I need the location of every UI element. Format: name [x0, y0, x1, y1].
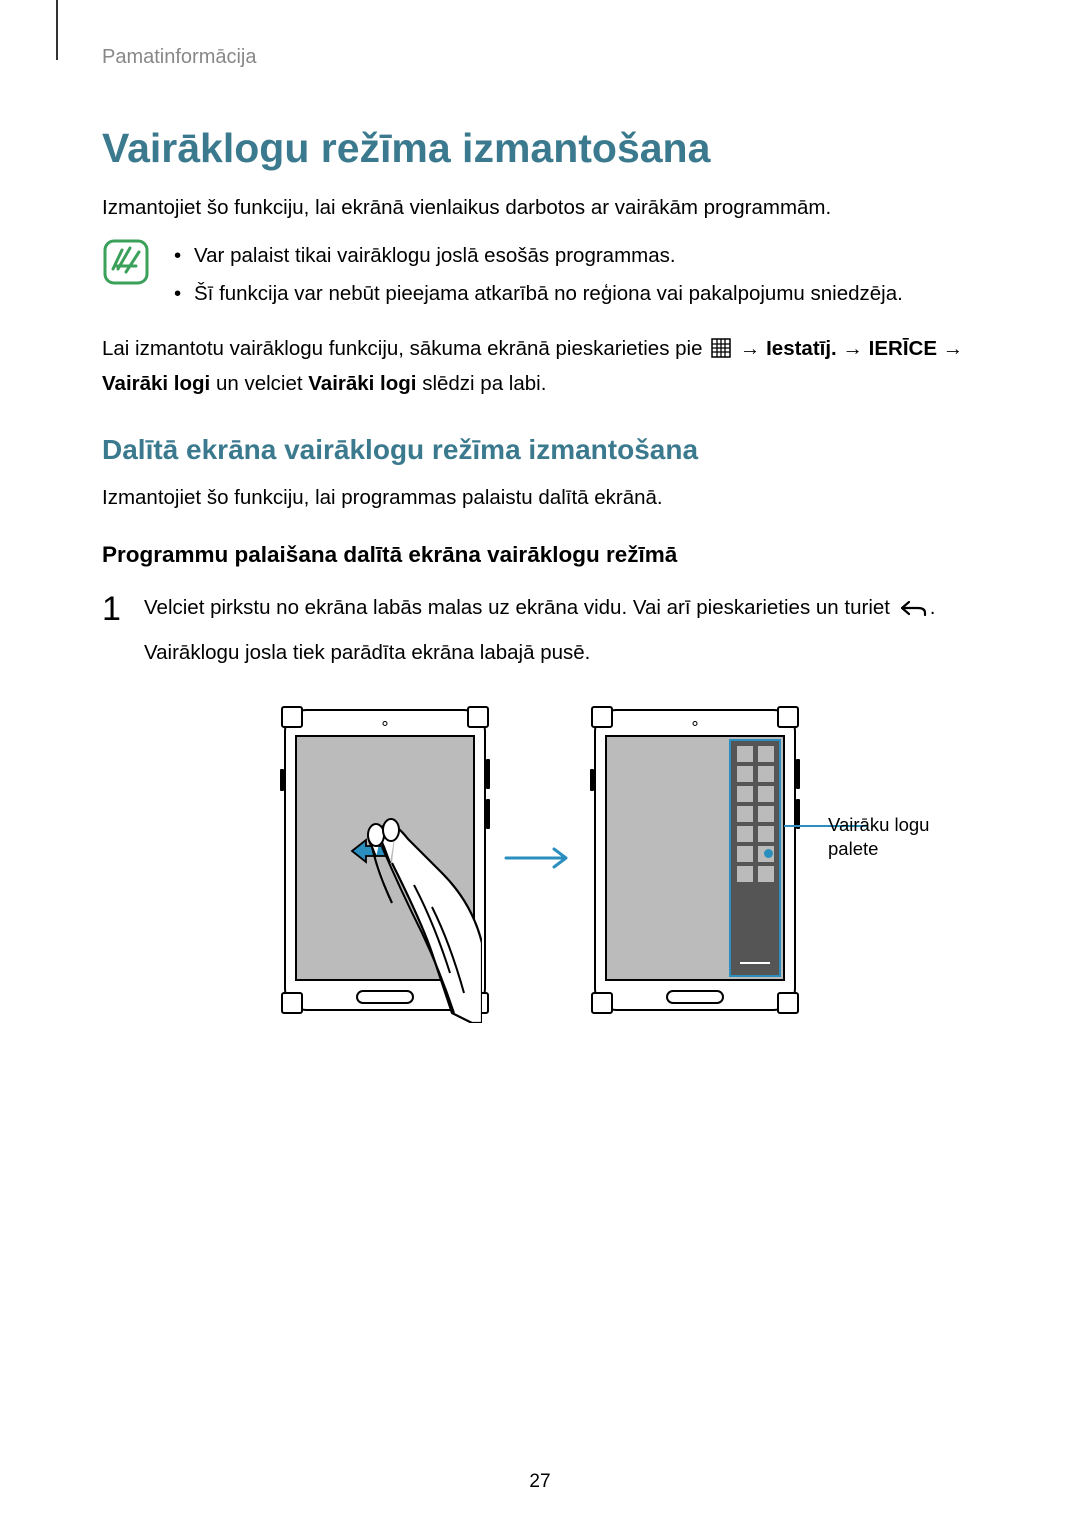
step-text-a: Velciet pirkstu no ekrāna labās malas uz… [144, 596, 896, 619]
path-arrow: → [937, 337, 963, 360]
path-prefix: Lai izmantotu vairāklogu funkciju, sākum… [102, 337, 708, 360]
note-item: Var palaist tikai vairāklogu joslā esošā… [168, 240, 903, 272]
callout-line1: Vairāku logu [828, 814, 929, 835]
callout-line2: palete [828, 838, 878, 859]
path-step-device: IERĪCE [869, 337, 937, 360]
document-side-marker [56, 0, 58, 60]
intro-paragraph: Izmantojiet šo funkciju, lai ekrānā vien… [102, 192, 978, 224]
back-key-icon [898, 596, 928, 628]
page-content: Pamatinformācija Vairāklogu režīma izman… [0, 0, 1080, 1011]
callout-label: Vairāku logu palete [828, 813, 929, 861]
step-text-b: . [930, 596, 936, 619]
note-icon [102, 238, 150, 291]
path-multiwindow-c: Vairāki logi [308, 372, 416, 395]
step-line-1: Velciet pirkstu no ekrāna labās malas uz… [144, 592, 935, 628]
path-text-d: slēdzi pa labi. [417, 372, 547, 395]
note-item: Šī funkcija var nebūt pieejama atkarībā … [168, 278, 903, 310]
path-multiwindow-a: Vairāki logi [102, 372, 210, 395]
path-step-settings: Iestatīj. [766, 337, 837, 360]
step-line-2: Vairāklogu josla tiek parādīta ekrāna la… [144, 637, 935, 669]
page-title: Vairāklogu režīma izmantošana [102, 125, 978, 172]
section-heading-launch: Programmu palaišana dalītā ekrāna vairāk… [102, 542, 978, 568]
section-heading-split: Dalītā ekrāna vairāklogu režīma izmantoš… [102, 434, 978, 466]
apps-grid-icon [711, 336, 731, 368]
path-arrow: → [837, 337, 869, 360]
device-right-wrap: Vairāku logu palete [594, 709, 796, 1011]
page-number: 27 [529, 1471, 550, 1493]
swipe-left-arrow-icon [350, 837, 392, 870]
note-list: Var palaist tikai vairāklogu joslā esošā… [168, 238, 903, 316]
step-number: 1 [102, 592, 128, 680]
multiwindow-palette [729, 739, 781, 977]
navigation-path-text: Lai izmantotu vairāklogu funkciju, sākum… [102, 333, 978, 400]
path-text-b: un velciet [210, 372, 308, 395]
step-body: Velciet pirkstu no ekrāna labās malas uz… [144, 592, 935, 680]
device-illustration-right [594, 709, 796, 1011]
section-body-split: Izmantojiet šo funkciju, lai programmas … [102, 482, 978, 514]
step-1: 1 Velciet pirkstu no ekrāna labās malas … [102, 592, 978, 680]
breadcrumb: Pamatinformācija [102, 46, 978, 69]
device-illustration-left [284, 709, 486, 1011]
transition-arrow-icon [504, 846, 576, 875]
path-arrow: → [734, 337, 766, 360]
device-left-wrap [284, 709, 486, 1011]
instruction-figure: Vairāku logu palete [102, 709, 978, 1011]
note-box: Var palaist tikai vairāklogu joslā esošā… [102, 238, 978, 316]
